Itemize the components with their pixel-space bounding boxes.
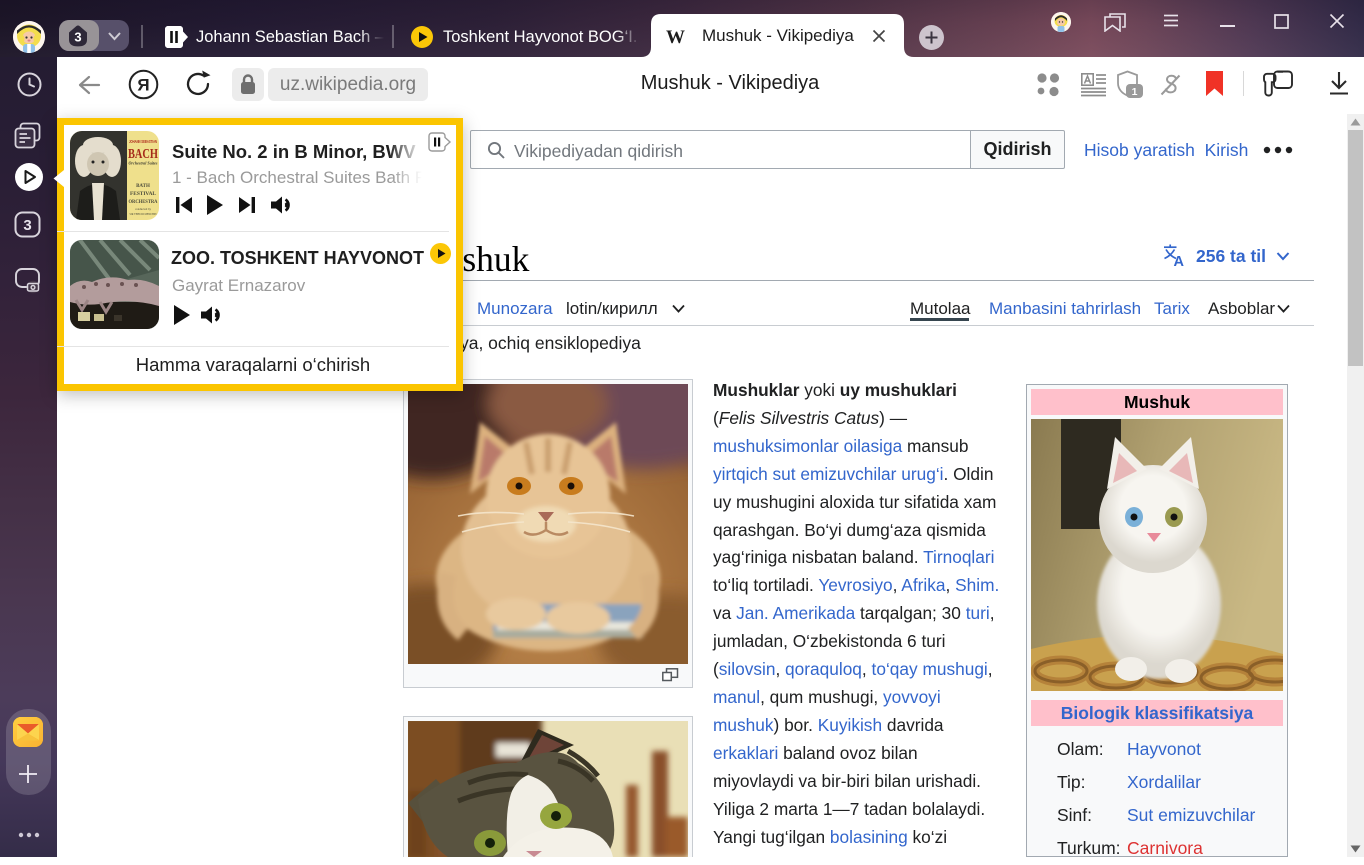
svg-text:JOHANN SEBASTIAN: JOHANN SEBASTIAN [129, 139, 157, 144]
svg-text:FESTIVAL: FESTIVAL [130, 192, 157, 197]
svg-text:ORCHESTRA: ORCHESTRA [129, 200, 158, 205]
svg-text:BACH: BACH [128, 146, 158, 161]
svg-text:A: A [1174, 254, 1185, 268]
svg-text:BATH: BATH [136, 184, 150, 189]
svg-text:Orchestral Suites: Orchestral Suites [129, 161, 158, 166]
svg-text:SIR YEHUDI MENUHIN: SIR YEHUDI MENUHIN [130, 212, 157, 216]
svg-text:conducted by: conducted by [135, 207, 152, 211]
